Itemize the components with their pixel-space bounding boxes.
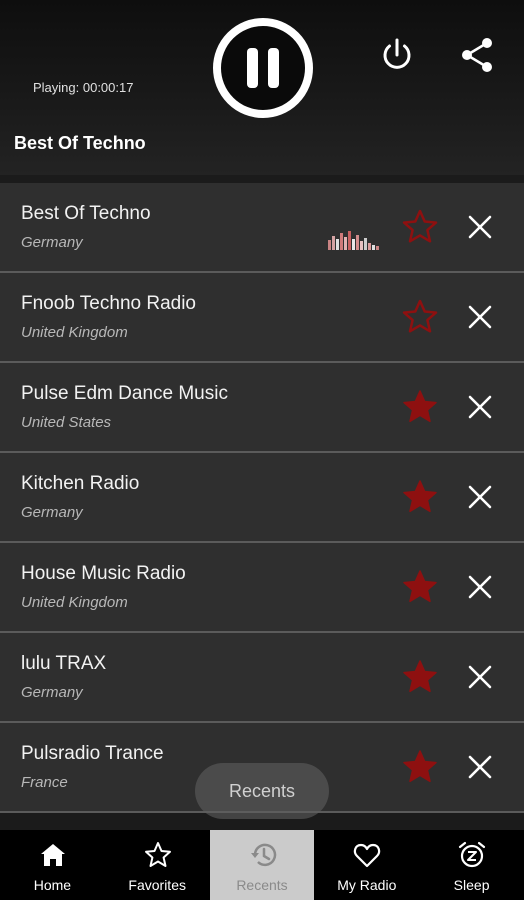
station-row[interactable]: Kitchen Radio Germany <box>0 453 524 543</box>
station-name: House Music Radio <box>21 563 186 584</box>
nav-recents-label: Recents <box>236 877 288 893</box>
favorite-star-outline-icon[interactable] <box>400 297 440 337</box>
station-name: Kitchen Radio <box>21 473 140 494</box>
nav-recents[interactable]: Recents <box>209 830 315 900</box>
remove-icon[interactable] <box>466 483 494 511</box>
nav-favorites[interactable]: Favorites <box>105 830 210 900</box>
remove-icon[interactable] <box>466 303 494 331</box>
remove-icon[interactable] <box>466 393 494 421</box>
station-row[interactable]: Fnoob Techno Radio United Kingdom <box>0 273 524 363</box>
history-icon <box>250 843 276 867</box>
station-name: Pulse Edm Dance Music <box>21 383 228 404</box>
recents-toast: Recents <box>195 763 329 819</box>
station-country: United Kingdom <box>21 594 128 611</box>
recents-list: Best Of Techno Germany Fnoob Techno Radi… <box>0 183 524 813</box>
station-row[interactable]: lulu TRAX Germany <box>0 633 524 723</box>
favorite-star-filled-icon[interactable] <box>400 747 440 787</box>
playing-time: Playing: 00:00:17 <box>33 80 134 95</box>
nav-favorites-label: Favorites <box>128 877 186 893</box>
heart-icon <box>354 843 381 868</box>
station-country: United Kingdom <box>21 324 128 341</box>
pause-button[interactable] <box>211 16 315 120</box>
nav-home[interactable]: Home <box>0 830 105 900</box>
nav-my-radio-label: My Radio <box>337 877 397 893</box>
nav-sleep-label: Sleep <box>453 877 490 893</box>
remove-icon[interactable] <box>466 213 494 241</box>
favorite-star-outline-icon[interactable] <box>400 207 440 247</box>
player-header: Playing: 00:00:17 Best Of Techno <box>0 0 524 175</box>
star-outline-icon <box>144 842 171 867</box>
remove-icon[interactable] <box>466 663 494 691</box>
favorite-star-filled-icon[interactable] <box>400 477 440 517</box>
station-name: Pulsradio Trance <box>21 743 164 764</box>
equalizer-icon <box>328 231 379 250</box>
remove-icon[interactable] <box>466 753 494 781</box>
favorite-star-filled-icon[interactable] <box>400 657 440 697</box>
station-row[interactable]: Best Of Techno Germany <box>0 183 524 273</box>
nav-sleep[interactable]: Sleep <box>419 830 524 900</box>
station-country: France <box>21 774 68 791</box>
station-country: Germany <box>21 684 83 701</box>
nav-home-label: Home <box>33 877 72 893</box>
station-name: Best Of Techno <box>21 203 151 224</box>
favorite-star-filled-icon[interactable] <box>400 567 440 607</box>
share-icon[interactable] <box>458 35 498 75</box>
current-station-title: Best Of Techno <box>14 133 146 153</box>
station-name: lulu TRAX <box>21 653 107 674</box>
nav-my-radio[interactable]: My Radio <box>314 830 419 900</box>
station-country: Germany <box>21 234 83 251</box>
power-icon[interactable] <box>377 35 417 75</box>
station-row[interactable]: House Music Radio United Kingdom <box>0 543 524 633</box>
station-row[interactable]: Pulse Edm Dance Music United States <box>0 363 524 453</box>
alarm-z-icon <box>459 841 486 868</box>
station-name: Fnoob Techno Radio <box>21 293 196 314</box>
home-icon <box>41 844 65 866</box>
favorite-star-filled-icon[interactable] <box>400 387 440 427</box>
bottom-nav: Home Favorites Recents My Radio Sleep <box>0 830 524 900</box>
station-country: United States <box>21 414 112 431</box>
remove-icon[interactable] <box>466 573 494 601</box>
station-country: Germany <box>21 504 83 521</box>
